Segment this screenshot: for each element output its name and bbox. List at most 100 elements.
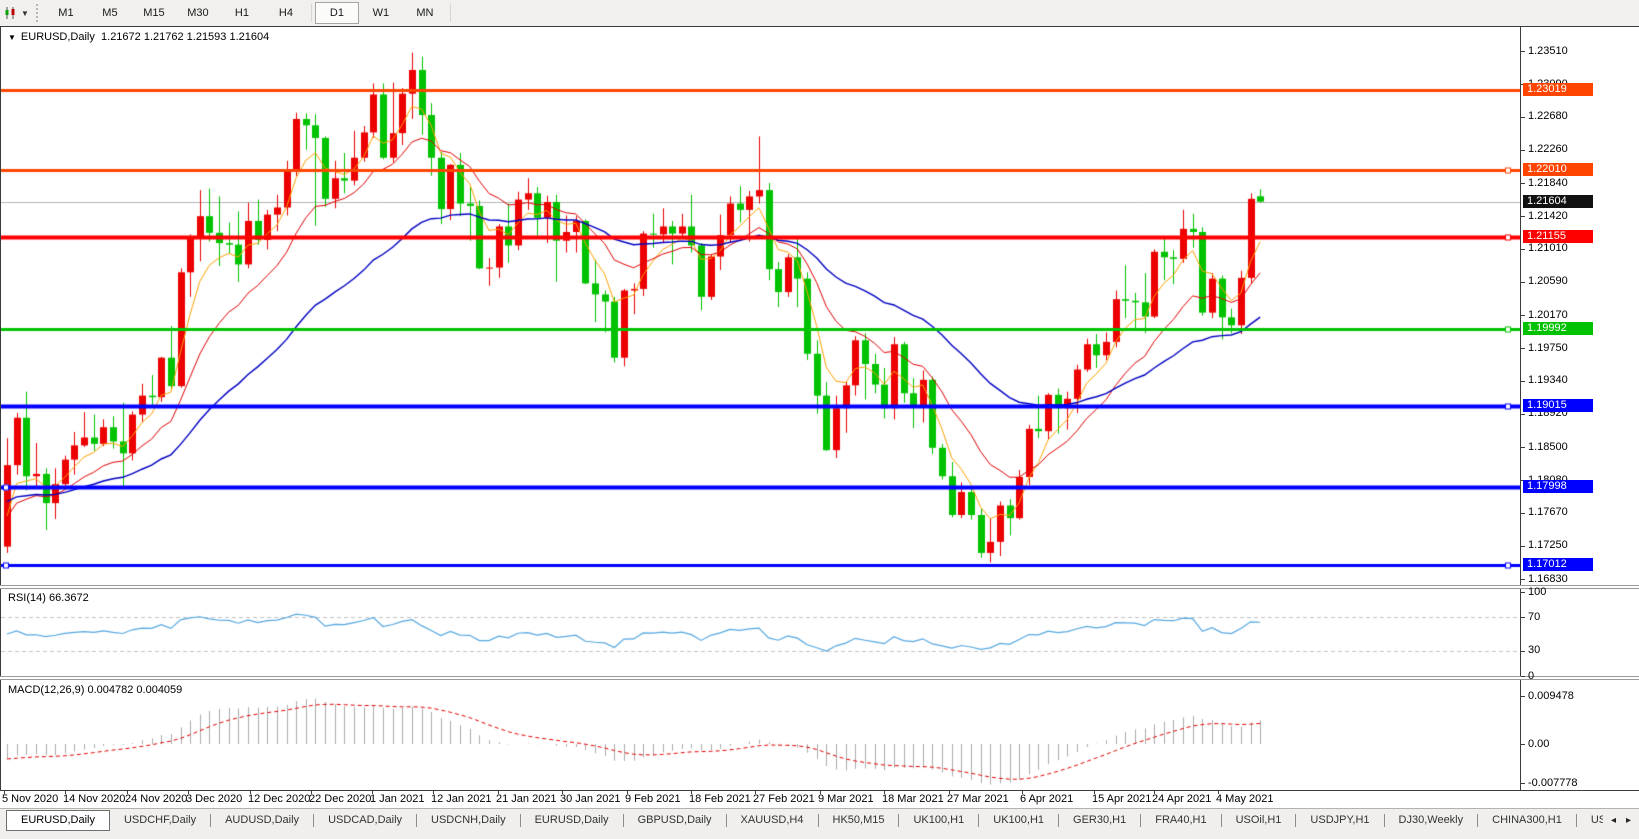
tab-nav: ◂ ▸ [1603,809,1639,831]
price-tick-label: 1.18500 [1528,441,1628,454]
price-tick-label: 1.16830 [1528,573,1628,586]
chart-type-dropdown-caret-icon[interactable]: ▼ [21,9,29,18]
price-tick [1521,249,1525,250]
symbol-tab-17[interactable]: USC [1577,810,1603,830]
symbol-tab-10[interactable]: UK100,H1 [979,810,1058,830]
time-tick-label: 14 Nov 2020 [63,793,125,805]
time-tick-label: 9 Feb 2021 [625,793,681,805]
timeframe-button-m5[interactable]: M5 [88,2,132,24]
price-tick-label: 1.19750 [1528,342,1628,355]
symbol-tab-7[interactable]: XAUUSD,H4 [727,810,818,830]
symbol-tabs: EURUSD,DailyUSDCHF,DailyAUDUSD,DailyUSDC… [0,809,1603,831]
time-tick-label: 12 Dec 2020 [248,793,310,805]
toolbar-separator [311,4,312,22]
symbol-tab-4[interactable]: USDCNH,Daily [417,810,520,830]
timeframe-button-m15[interactable]: M15 [132,2,176,24]
price-tick [1521,513,1525,514]
price-tick [1521,381,1525,382]
time-tick-label: 21 Jan 2021 [496,793,557,805]
chart-title-symbol: EURUSD,Daily [21,31,95,43]
time-tick-label: 1 Jan 2021 [370,793,424,805]
price-tick-label: 1.22260 [1528,143,1628,156]
price-tick-label: 1.21840 [1528,177,1628,190]
hline-price-badge[interactable]: 1.17012 [1523,558,1593,571]
main-chart-canvas[interactable] [1,27,1520,585]
timeframe-button-h4[interactable]: H4 [264,2,308,24]
price-tick [1521,150,1525,151]
rsi-tick-label: 70 [1528,611,1628,624]
toolbar-grip-handle[interactable] [36,4,38,22]
timeframe-button-w1[interactable]: W1 [359,2,403,24]
candlestick-chart-glyph [4,6,18,20]
macd-tick-label: 0.00 [1528,738,1628,751]
symbol-tab-8[interactable]: HK50,M15 [819,810,899,830]
time-tick-label: 22 Dec 2020 [309,793,371,805]
symbol-tab-15[interactable]: DJ30,Weekly [1385,810,1478,830]
trading-platform-screen: ▼ M1M5M15M30H1H4 D1W1MN ▼ EURUSD,Daily 1.2… [0,0,1639,839]
hline-price-badge[interactable]: 1.21155 [1523,230,1593,243]
time-tick-label: 3 Dec 2020 [186,793,242,805]
price-tick [1521,282,1525,283]
toolbar: ▼ M1M5M15M30H1H4 D1W1MN [0,0,1639,26]
chart-type-icon[interactable] [2,4,20,22]
symbol-tab-1[interactable]: USDCHF,Daily [110,810,210,830]
price-tick [1521,546,1525,547]
price-tick [1521,348,1525,349]
price-tick [1521,183,1525,184]
macd-indicator-canvas[interactable] [1,681,1520,789]
macd-pane-splitter[interactable] [0,676,1639,680]
symbol-tab-16[interactable]: CHINA300,H1 [1478,810,1576,830]
symbol-tab-6[interactable]: GBPUSD,Daily [624,810,726,830]
time-tick-label: 24 Apr 2021 [1152,793,1211,805]
time-tick-label: 27 Mar 2021 [947,793,1009,805]
timeframe-button-h1[interactable]: H1 [220,2,264,24]
rsi-indicator-canvas[interactable] [1,590,1520,676]
price-tick-label: 1.22680 [1528,110,1628,123]
rsi-tick [1521,676,1525,677]
rsi-tick [1521,592,1525,593]
symbol-tabbar: EURUSD,DailyUSDCHF,DailyAUDUSD,DailyUSDC… [0,808,1639,839]
time-tick-label: 12 Jan 2021 [431,793,492,805]
price-tick-label: 1.17670 [1528,506,1628,519]
price-tick-label: 1.20170 [1528,309,1628,322]
macd-tick [1521,696,1525,697]
hline-price-badge[interactable]: 1.23019 [1523,83,1593,96]
price-tick [1521,216,1525,217]
symbol-tab-14[interactable]: USDJPY,H1 [1296,810,1383,830]
symbol-tab-3[interactable]: USDCAD,Daily [314,810,416,830]
chart-title-caret-icon[interactable]: ▼ [8,33,16,42]
current-price-badge: 1.21604 [1523,195,1593,208]
timeframe-button-mn[interactable]: MN [403,2,447,24]
symbol-tab-0[interactable]: EURUSD,Daily [6,810,110,831]
symbol-tab-9[interactable]: UK100,H1 [899,810,978,830]
macd-tick [1521,783,1525,784]
timeframe-button-m1[interactable]: M1 [44,2,88,24]
symbol-tab-5[interactable]: EURUSD,Daily [521,810,623,830]
hline-price-badge[interactable]: 1.22010 [1523,163,1593,176]
rsi-label: RSI(14) 66.3672 [8,592,89,604]
rsi-tick-label: 100 [1528,586,1628,599]
time-tick-label: 4 May 2021 [1216,793,1273,805]
symbol-tab-13[interactable]: USOil,H1 [1222,810,1296,830]
timeframe-button-m30[interactable]: M30 [176,2,220,24]
rsi-tick [1521,651,1525,652]
chart-title: ▼ EURUSD,Daily 1.21672 1.21762 1.21593 1.… [8,31,269,43]
tab-scroll-right-icon[interactable]: ▸ [1626,815,1631,826]
chart-title-ohlc: 1.21672 1.21762 1.21593 1.21604 [101,31,269,43]
rsi-tick [1521,617,1525,618]
symbol-tab-11[interactable]: GER30,H1 [1059,810,1140,830]
tab-scroll-left-icon[interactable]: ◂ [1611,815,1616,826]
macd-tick-label: 0.009478 [1528,690,1628,703]
rsi-pane-splitter[interactable] [0,585,1639,589]
macd-tick-label: -0.007778 [1528,777,1628,790]
symbol-tab-2[interactable]: AUDUSD,Daily [211,810,313,830]
time-tick-label: 5 Nov 2020 [2,793,58,805]
rsi-tick-label: 0 [1528,670,1628,683]
hline-price-badge[interactable]: 1.17998 [1523,480,1593,493]
price-tick-label: 1.23510 [1528,45,1628,58]
time-tick-label: 9 Mar 2021 [818,793,874,805]
symbol-tab-12[interactable]: FRA40,H1 [1141,810,1220,830]
hline-price-badge[interactable]: 1.19015 [1523,399,1593,412]
timeframe-button-d1[interactable]: D1 [315,2,359,24]
hline-price-badge[interactable]: 1.19992 [1523,322,1593,335]
